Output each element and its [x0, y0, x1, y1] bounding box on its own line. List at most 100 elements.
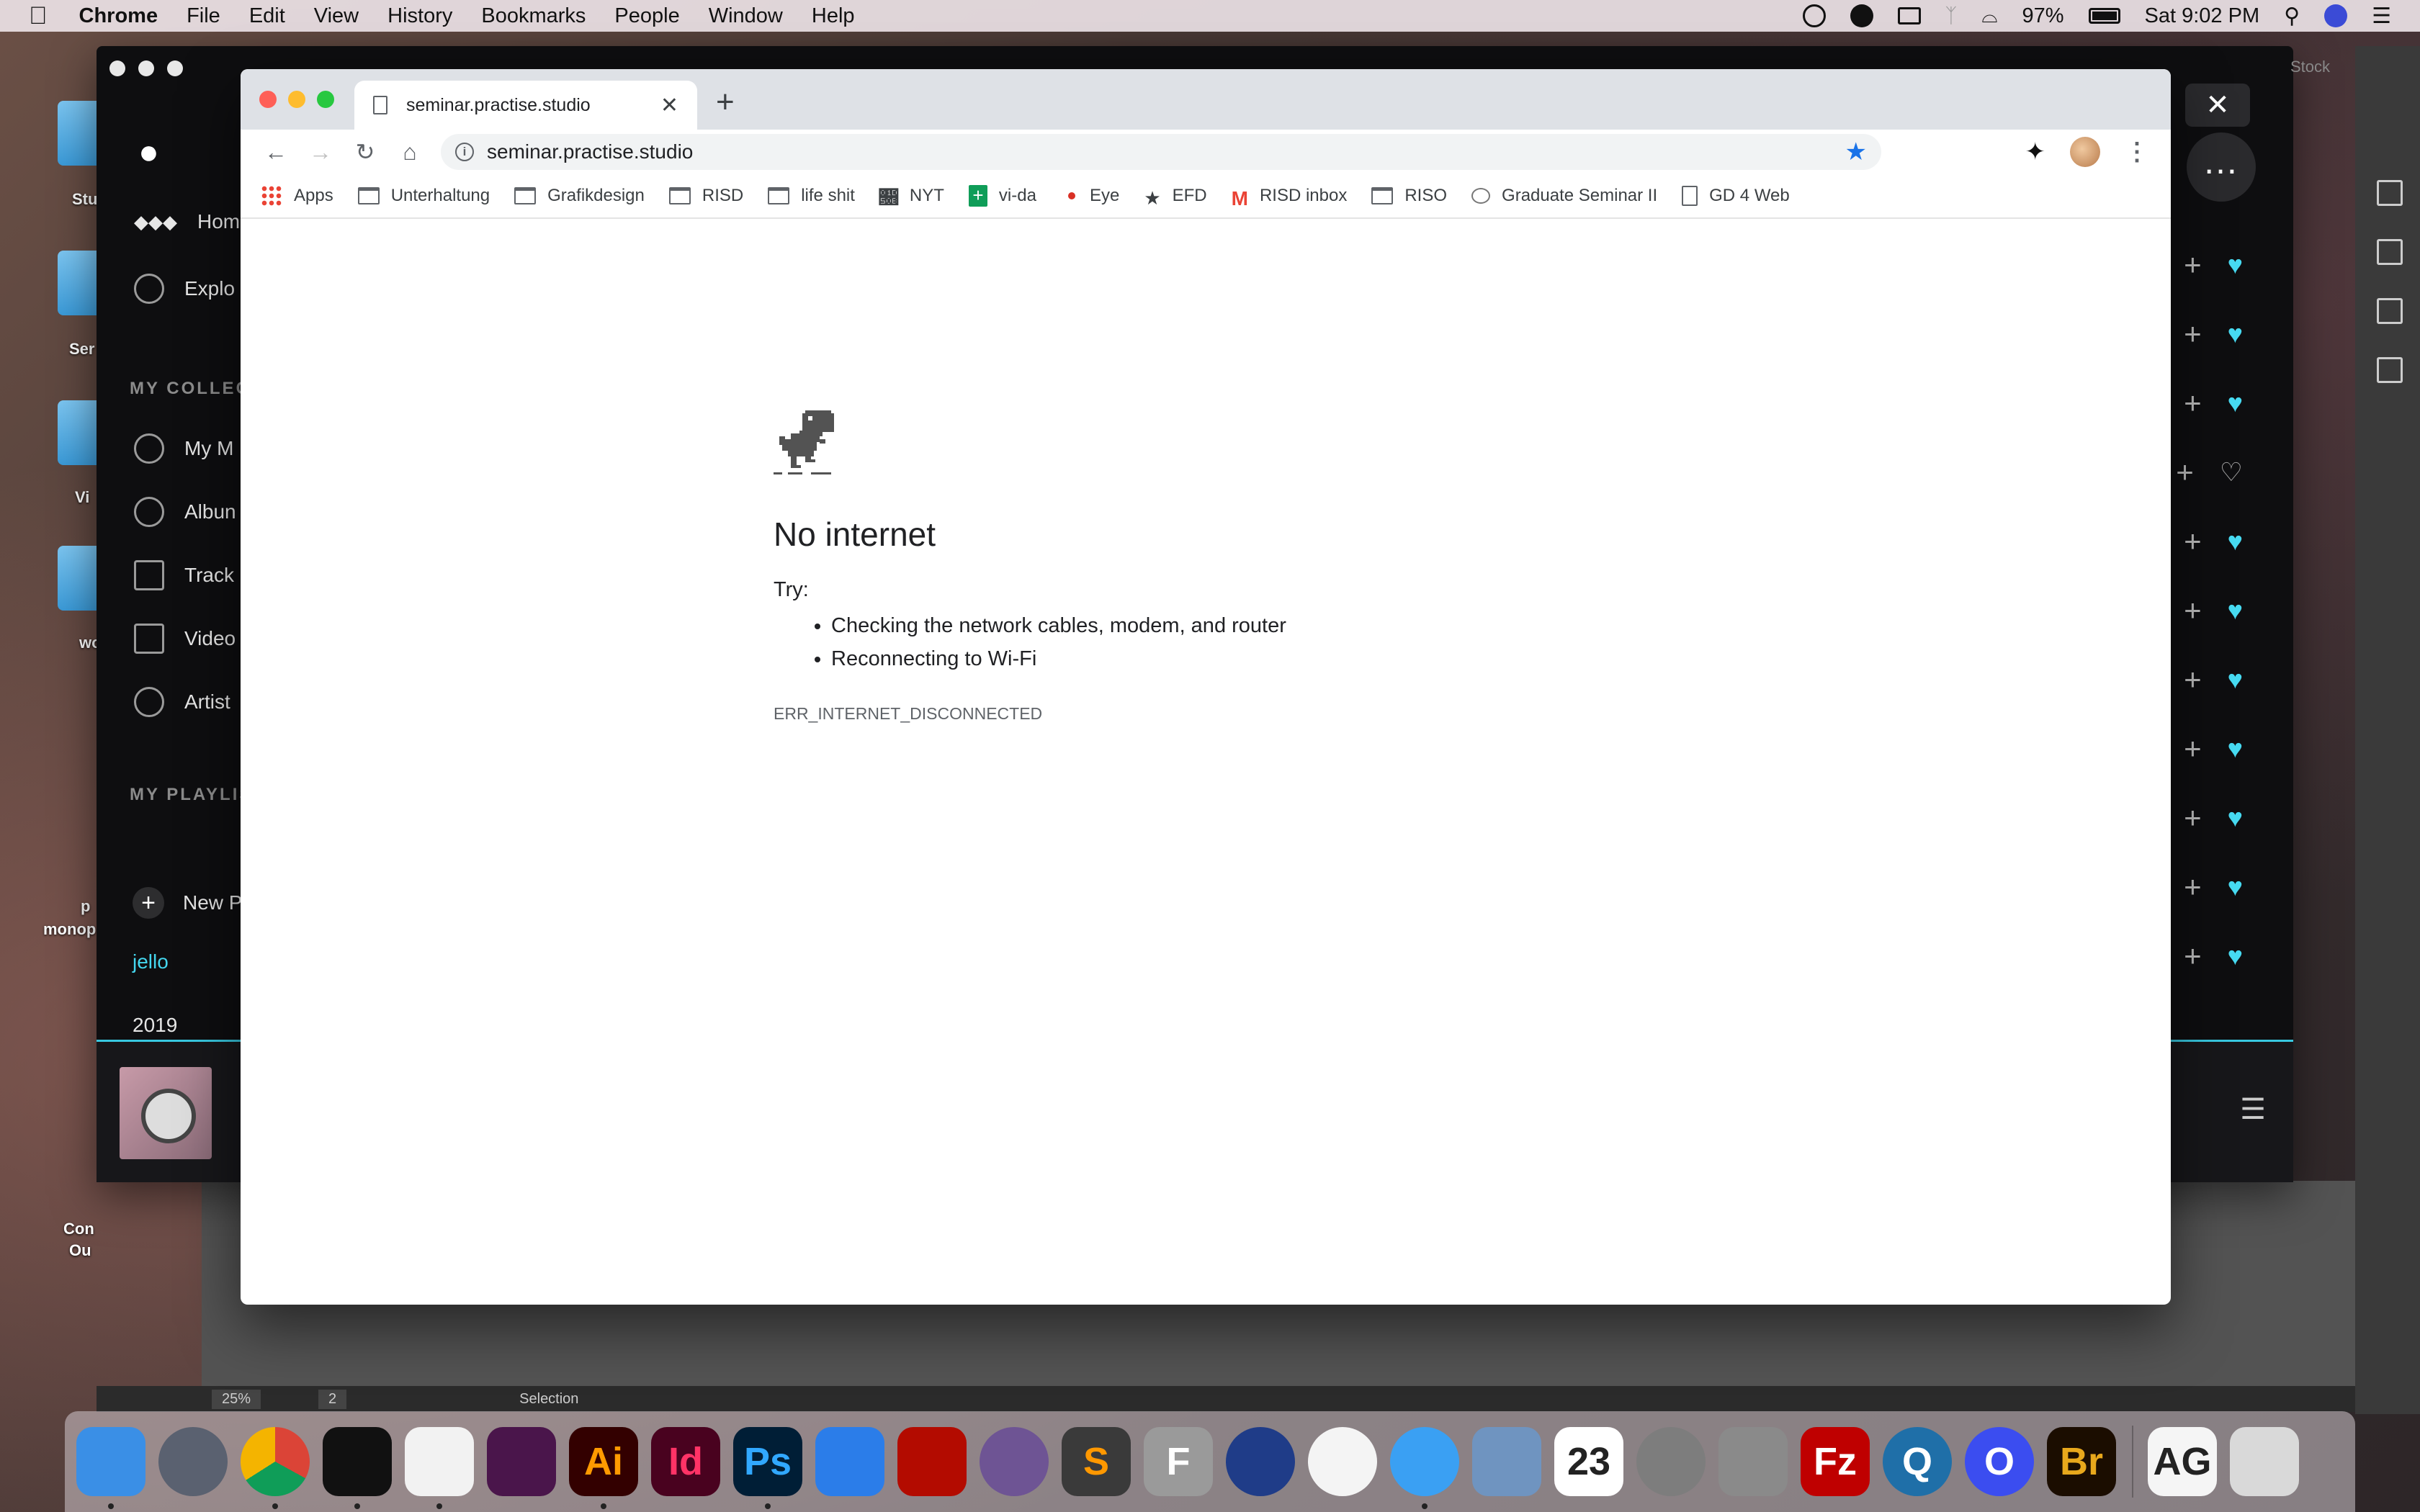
zoom-window-button[interactable]	[167, 60, 183, 76]
menu-history[interactable]: History	[387, 4, 452, 28]
bookmark-link[interactable]: Eye	[1061, 186, 1119, 206]
preview-icon[interactable]	[1472, 1427, 1541, 1496]
album-art[interactable]	[120, 1067, 212, 1159]
zoom-select[interactable]: 25%	[212, 1389, 261, 1409]
circle-app-icon[interactable]: O	[1965, 1427, 2034, 1496]
launchpad-icon[interactable]	[158, 1427, 228, 1496]
menu-view[interactable]: View	[314, 4, 359, 28]
more-options-button[interactable]: …	[2187, 132, 2256, 202]
queue-icon[interactable]: ☰	[2240, 1093, 2266, 1126]
spotlight-search-icon[interactable]: ⚲	[2284, 4, 2300, 29]
favorite-heart-icon[interactable]: ♥	[2228, 250, 2243, 280]
nav-home[interactable]: ◆◆◆ Home	[134, 210, 251, 233]
add-to-playlist-icon[interactable]: +	[2184, 248, 2202, 282]
keynote-icon[interactable]	[815, 1427, 884, 1496]
nav-tracks[interactable]: Track	[134, 560, 234, 590]
favorite-heart-icon[interactable]: ♥	[2228, 388, 2243, 418]
bookmark-folder[interactable]: life shit	[768, 186, 855, 206]
home-button[interactable]: ⌂	[387, 139, 432, 166]
bookmark-folder[interactable]: Unterhaltung	[357, 186, 490, 206]
add-to-playlist-icon[interactable]: +	[2184, 939, 2202, 973]
clock[interactable]: Sat 9:02 PM	[2145, 4, 2260, 28]
sublime-icon[interactable]: S	[1062, 1427, 1131, 1496]
pathfinder-panel-icon[interactable]	[2377, 357, 2403, 383]
new-playlist-button[interactable]: + New P	[133, 887, 242, 919]
minimize-window-button[interactable]	[288, 91, 305, 108]
bridge-icon[interactable]: Br	[2047, 1427, 2116, 1496]
font-book-icon[interactable]: AG	[2148, 1427, 2217, 1496]
new-tab-button[interactable]: +	[716, 86, 735, 118]
extension-icon[interactable]: ✦	[2025, 138, 2046, 166]
add-to-playlist-icon[interactable]: +	[2184, 524, 2202, 559]
airplay-icon[interactable]	[1897, 7, 1921, 24]
bookmark-link[interactable]: GD 4 Web	[1682, 186, 1790, 206]
close-tab-button[interactable]: ✕	[660, 93, 678, 118]
menu-help[interactable]: Help	[812, 4, 855, 28]
messages-icon[interactable]	[1390, 1427, 1459, 1509]
bookmark-link[interactable]: ★ EFD	[1144, 186, 1206, 209]
bookmark-link[interactable]: vi-da	[968, 185, 1036, 207]
add-to-playlist-icon[interactable]: +	[2184, 386, 2202, 420]
add-to-playlist-icon[interactable]: +	[2176, 455, 2194, 490]
playlist-item[interactable]: 2019	[133, 1014, 177, 1037]
forward-button[interactable]: →	[298, 139, 343, 166]
tidal-icon[interactable]	[323, 1427, 392, 1509]
bookmark-folder[interactable]: Grafikdesign	[514, 186, 645, 206]
close-overlay-button[interactable]: ✕	[2185, 84, 2250, 127]
creative-cloud-icon[interactable]	[1802, 4, 1826, 27]
battery-icon[interactable]	[2088, 8, 2120, 24]
system-preferences-icon[interactable]	[1636, 1427, 1706, 1496]
illustrator-icon[interactable]: Ai	[569, 1427, 638, 1509]
align-panel-icon[interactable]	[2377, 298, 2403, 324]
nav-albums[interactable]: Albun	[134, 497, 236, 527]
close-window-button[interactable]	[109, 60, 125, 76]
bookmark-apps[interactable]: Apps	[261, 185, 333, 207]
close-window-button[interactable]	[259, 91, 277, 108]
artboard-select[interactable]: 2	[318, 1389, 347, 1409]
back-button[interactable]: ←	[254, 139, 298, 166]
apple-menu-icon[interactable]: 	[29, 2, 48, 30]
bookmark-folder[interactable]: RISO	[1371, 186, 1447, 206]
finder-icon[interactable]	[76, 1427, 145, 1509]
nav-videos[interactable]: Video	[134, 624, 236, 654]
cinema4d-icon[interactable]	[1226, 1427, 1295, 1496]
fontlab-icon[interactable]: F	[1144, 1427, 1213, 1496]
chrome-icon[interactable]	[241, 1427, 310, 1509]
bookmark-link[interactable]: M RISD inbox	[1232, 186, 1348, 210]
nav-artists[interactable]: Artist	[134, 687, 230, 717]
site-info-icon[interactable]: i	[455, 143, 474, 161]
tab-active[interactable]: seminar.practise.studio ✕	[354, 81, 697, 130]
reload-button[interactable]: ↻	[343, 138, 387, 166]
minimize-window-button[interactable]	[138, 60, 154, 76]
favorite-heart-icon[interactable]: ♥	[2228, 872, 2243, 902]
bookmark-folder[interactable]: RISD	[668, 186, 743, 206]
photos-icon[interactable]	[1308, 1427, 1377, 1496]
github-icon[interactable]	[980, 1427, 1049, 1496]
favorite-heart-icon[interactable]: ♥	[2228, 803, 2243, 833]
bookmark-star-icon[interactable]: ★	[1845, 138, 1867, 166]
slack-icon[interactable]	[487, 1427, 556, 1496]
menu-window[interactable]: Window	[709, 4, 783, 28]
quicktime-icon[interactable]: Q	[1883, 1427, 1952, 1496]
address-bar[interactable]: i seminar.practise.studio ★	[441, 134, 1881, 170]
indesign-icon[interactable]: Id	[651, 1427, 720, 1496]
favorite-heart-icon[interactable]: ♥	[2228, 734, 2243, 764]
chrome-menu-icon[interactable]: ⋮	[2125, 138, 2149, 166]
user-profile-icon[interactable]: ●	[138, 132, 159, 172]
trash-icon[interactable]	[2230, 1427, 2299, 1496]
bluetooth-icon[interactable]: ᛉ	[1945, 4, 1958, 27]
favorite-heart-icon[interactable]: ♥	[2228, 595, 2243, 626]
bookmark-link[interactable]: 𝔋 NYT	[879, 186, 944, 209]
acrobat-icon[interactable]	[897, 1427, 967, 1496]
menu-edit[interactable]: Edit	[249, 4, 285, 28]
favorite-heart-icon[interactable]: ♡	[2220, 457, 2243, 487]
add-to-playlist-icon[interactable]: +	[2184, 593, 2202, 628]
add-to-playlist-icon[interactable]: +	[2184, 801, 2202, 835]
zoom-window-button[interactable]	[317, 91, 334, 108]
favorite-heart-icon[interactable]: ♥	[2228, 665, 2243, 695]
favorite-heart-icon[interactable]: ♥	[2228, 319, 2243, 349]
add-to-playlist-icon[interactable]: +	[2184, 870, 2202, 904]
gradient-panel-icon[interactable]	[2377, 239, 2403, 265]
wifi-icon[interactable]: ⌓	[1981, 4, 1997, 28]
favorite-heart-icon[interactable]: ♥	[2228, 941, 2243, 971]
